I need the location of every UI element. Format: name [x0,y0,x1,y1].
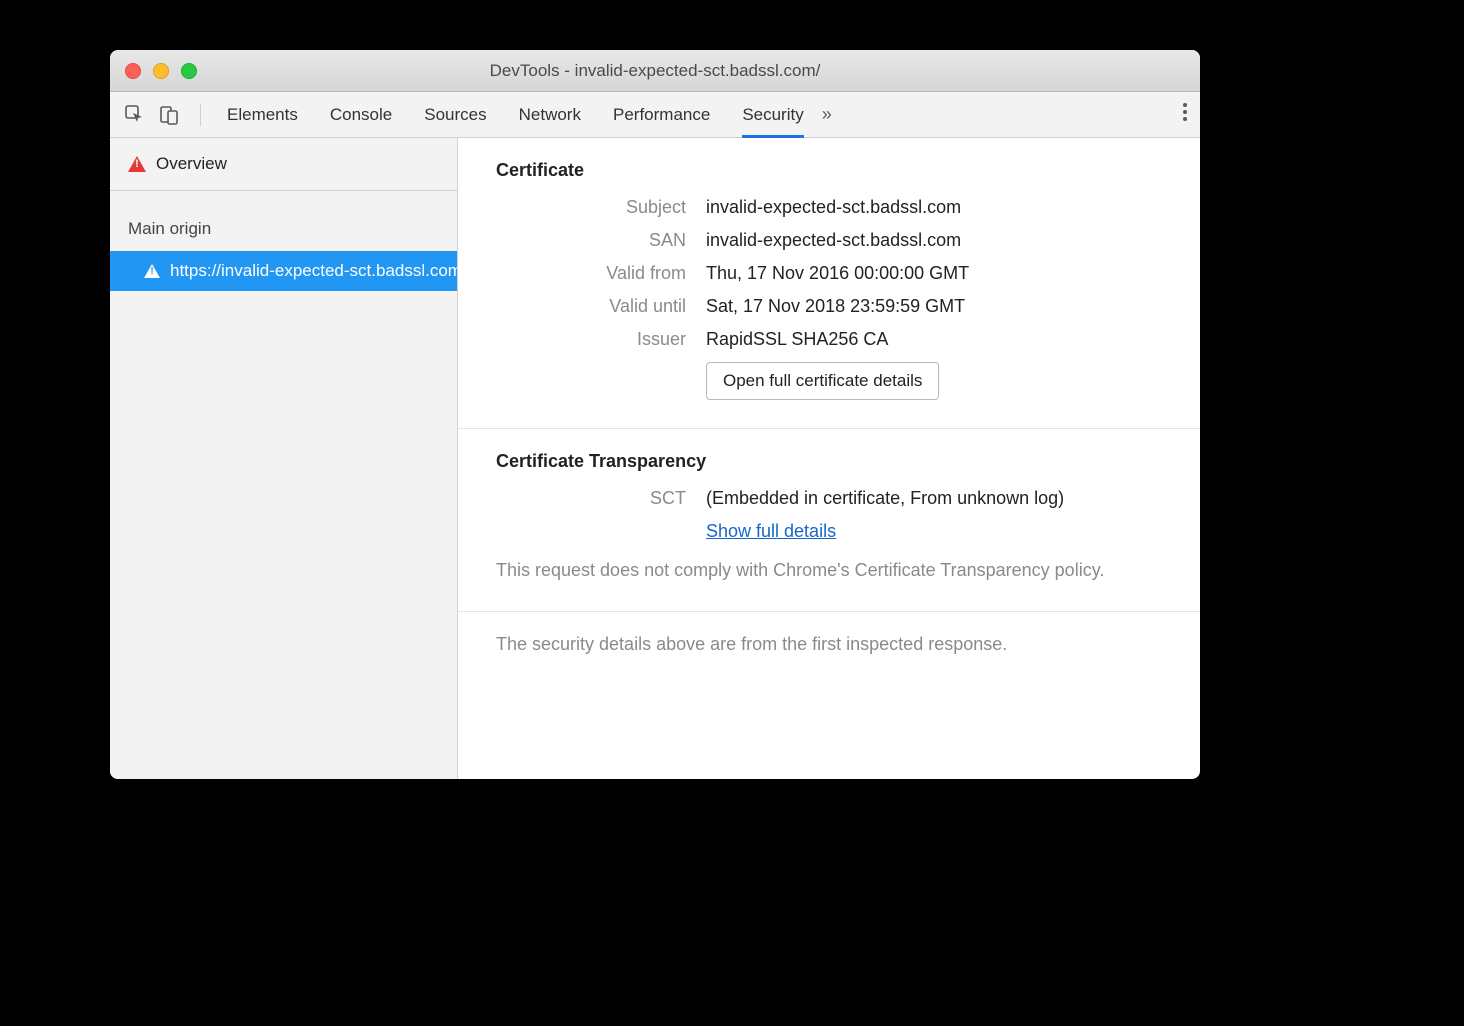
label-san: SAN [496,230,686,251]
label-valid-until: Valid until [496,296,686,317]
security-footer-note: The security details above are from the … [458,612,1200,677]
value-sct: (Embedded in certificate, From unknown l… [706,488,1064,509]
tab-sources[interactable]: Sources [424,92,486,138]
tab-performance[interactable]: Performance [613,92,710,138]
ct-section: Certificate Transparency SCT (Embedded in… [458,429,1200,612]
label-sct: SCT [496,488,686,509]
label-issuer: Issuer [496,329,686,350]
device-toolbar-icon[interactable] [158,104,180,126]
overview-label: Overview [156,154,227,174]
tabs-overflow-icon[interactable]: » [822,104,832,125]
sidebar-origin-item[interactable]: https://invalid-expected-sct.badssl.com [110,251,457,291]
tab-elements[interactable]: Elements [227,92,298,138]
label-valid-from: Valid from [496,263,686,284]
security-sidebar: Overview Main origin https://invalid-exp… [110,138,458,779]
minimize-icon[interactable] [153,63,169,79]
security-main-panel: Certificate Subject invalid-expected-sct.… [458,138,1200,779]
value-issuer: RapidSSL SHA256 CA [706,329,888,350]
sidebar-section-label: Main origin [110,191,457,251]
zoom-icon[interactable] [181,63,197,79]
warning-triangle-icon [144,264,160,278]
tab-console[interactable]: Console [330,92,392,138]
ct-footnote: This request does not comply with Chrome… [496,558,1162,583]
ct-heading: Certificate Transparency [496,451,1162,472]
separator [200,104,201,126]
devtools-window: DevTools - invalid-expected-sct.badssl.c… [110,50,1200,779]
open-certificate-button[interactable]: Open full certificate details [706,362,939,400]
tab-security[interactable]: Security [742,92,803,138]
window-title: DevTools - invalid-expected-sct.badssl.c… [110,61,1200,81]
certificate-section: Certificate Subject invalid-expected-sct.… [458,138,1200,429]
devtools-tabbar: Elements Console Sources Network Perform… [110,92,1200,138]
value-subject: invalid-expected-sct.badssl.com [706,197,961,218]
traffic-lights [110,63,197,79]
titlebar: DevTools - invalid-expected-sct.badssl.c… [110,50,1200,92]
show-full-details-link[interactable]: Show full details [706,521,836,541]
more-menu-icon[interactable] [1182,101,1188,128]
value-valid-until: Sat, 17 Nov 2018 23:59:59 GMT [706,296,965,317]
tab-network[interactable]: Network [519,92,581,138]
close-icon[interactable] [125,63,141,79]
inspect-icon[interactable] [124,104,146,126]
origin-url: https://invalid-expected-sct.badssl.com [170,261,457,281]
value-valid-from: Thu, 17 Nov 2016 00:00:00 GMT [706,263,969,284]
label-subject: Subject [496,197,686,218]
certificate-heading: Certificate [496,160,1162,181]
value-san: invalid-expected-sct.badssl.com [706,230,961,251]
warning-triangle-icon [128,156,146,172]
sidebar-overview[interactable]: Overview [110,138,457,191]
